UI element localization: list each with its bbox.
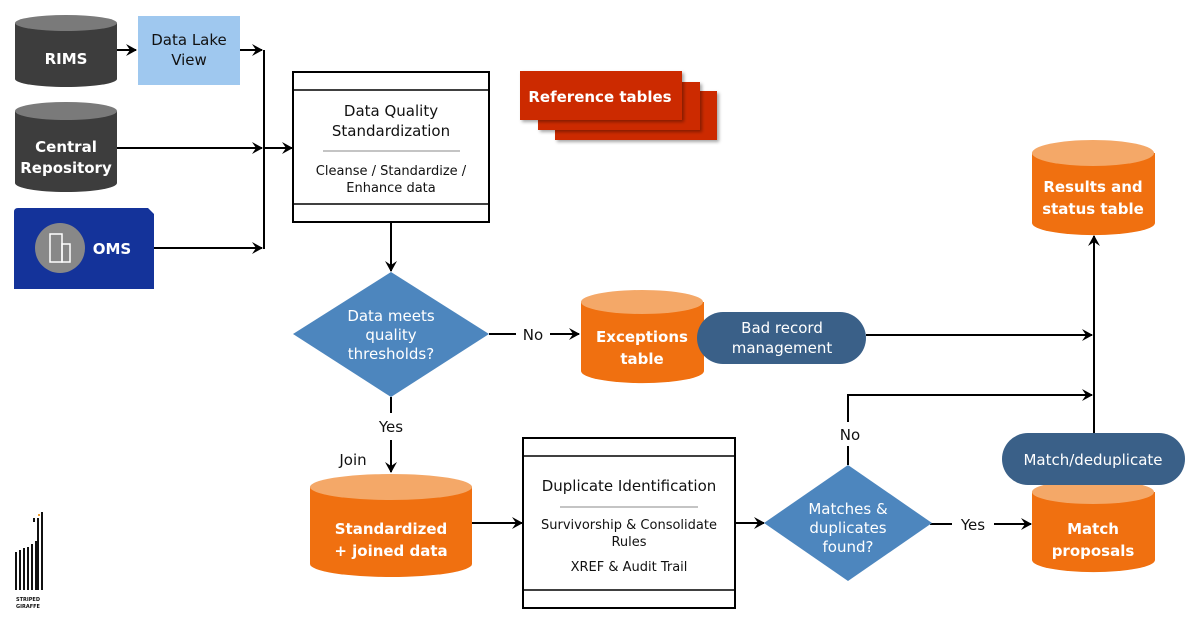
svg-text:View: View [171, 51, 207, 69]
svg-text:Central: Central [35, 138, 97, 156]
duplicate-identification-box: Duplicate Identification Survivorship & … [522, 437, 736, 609]
svg-text:Reference tables: Reference tables [528, 88, 671, 106]
matches-found-decision: Matches & duplicates found? [764, 465, 932, 581]
svg-text:Match: Match [1067, 520, 1119, 538]
svg-text:management: management [732, 339, 833, 357]
svg-text:duplicates: duplicates [809, 519, 886, 537]
svg-text:Repository: Repository [20, 159, 112, 177]
svg-text:OMS: OMS [93, 240, 131, 258]
svg-text:Data Lake: Data Lake [151, 31, 227, 49]
reference-tables: Reference tables [520, 71, 717, 140]
no-label-1: No [523, 326, 543, 344]
yes-label-2: Yes [960, 516, 985, 534]
svg-text:STRIPED: STRIPED [16, 597, 40, 603]
svg-text:+ joined data: + joined data [334, 542, 447, 560]
svg-text:thresholds?: thresholds? [348, 345, 434, 363]
svg-text:Survivorship & Consolidate: Survivorship & Consolidate [541, 518, 717, 533]
exceptions-table-database: Exceptions table [581, 290, 704, 384]
match-proposals-database: Match proposals [1032, 480, 1155, 573]
yes-label-1: Yes [378, 418, 403, 436]
data-quality-standardization-box: Data Quality Standardization Cleanse / S… [292, 71, 490, 223]
quality-threshold-decision: Data meets quality thresholds? [293, 272, 489, 397]
svg-text:Duplicate Identification: Duplicate Identification [542, 477, 717, 495]
svg-text:Bad record: Bad record [741, 319, 823, 337]
building-icon [35, 223, 85, 273]
svg-text:Enhance data: Enhance data [346, 181, 435, 196]
svg-text:Rules: Rules [611, 535, 646, 550]
flow-diagram: RIMS Data Lake View Central Repository O… [14, 15, 1185, 610]
svg-text:Match/deduplicate: Match/deduplicate [1023, 451, 1162, 469]
svg-text:Matches &: Matches & [808, 500, 888, 518]
svg-text:Data Quality: Data Quality [344, 102, 438, 120]
striped-giraffe-logo: STRIPED GIRAFFE [15, 512, 43, 610]
rims-database: RIMS [15, 15, 117, 87]
svg-text:found?: found? [823, 538, 874, 556]
rims-label: RIMS [45, 50, 88, 68]
svg-text:status table: status table [1042, 200, 1144, 218]
svg-text:XREF & Audit Trail: XREF & Audit Trail [571, 560, 688, 575]
no-label-2: No [840, 426, 860, 444]
svg-text:Cleanse / Standardize /: Cleanse / Standardize / [316, 164, 467, 179]
match-deduplicate-pill: Match/deduplicate [1002, 433, 1185, 485]
svg-text:table: table [620, 350, 663, 368]
central-repository-database: Central Repository [15, 102, 117, 192]
join-label: Join [338, 451, 366, 469]
oms-source: OMS [14, 208, 154, 289]
svg-text:Standardization: Standardization [332, 122, 450, 140]
svg-text:Results and: Results and [1043, 178, 1142, 196]
svg-text:Standardized: Standardized [335, 520, 448, 538]
svg-text:proposals: proposals [1052, 542, 1135, 560]
svg-text:Data meets: Data meets [347, 307, 435, 325]
results-status-table-database: Results and status table [1032, 140, 1155, 236]
standardized-joined-data-database: Standardized + joined data [310, 474, 472, 577]
svg-text:quality: quality [365, 326, 416, 344]
bad-record-management-pill: Bad record management [697, 312, 866, 364]
svg-text:GIRAFFE: GIRAFFE [16, 604, 41, 610]
data-lake-view-box: Data Lake View [138, 16, 240, 85]
svg-text:Exceptions: Exceptions [596, 328, 688, 346]
